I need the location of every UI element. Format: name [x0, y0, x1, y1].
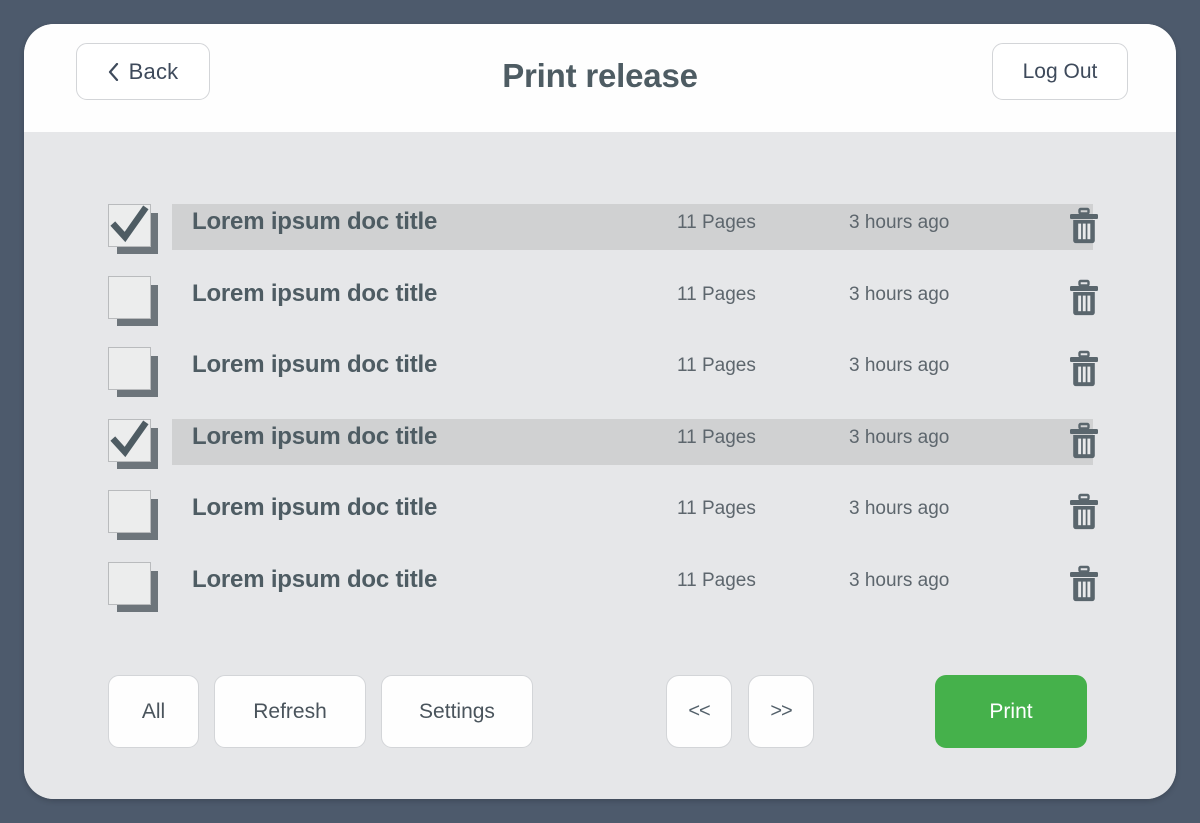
table-row[interactable]: Lorem ipsum doc title 11 Pages 3 hours ago: [24, 490, 1176, 552]
job-page-count: 11 Pages: [677, 283, 756, 305]
content-area: Lorem ipsum doc title 11 Pages 3 hours ago…: [24, 132, 1176, 799]
job-timestamp: 3 hours ago: [849, 355, 950, 376]
all-button-label: All: [141, 699, 166, 723]
footer-toolbar: All Refresh Settings << >> Print: [24, 675, 1176, 771]
device-frame: Back Print release Log Out Lorem ipsum d…: [0, 0, 1200, 823]
job-title: Lorem ipsum doc title: [192, 351, 438, 378]
job-title: Lorem ipsum doc title: [192, 279, 438, 307]
previous-page-button[interactable]: <<: [666, 675, 732, 748]
check-icon: [108, 419, 151, 462]
check-icon: [108, 204, 151, 247]
print-button[interactable]: Print: [935, 675, 1087, 748]
table-row[interactable]: Lorem ipsum doc title 11 Pages 3 hours ago: [24, 561, 1176, 624]
trash-icon[interactable]: [1062, 205, 1106, 249]
refresh-button[interactable]: Refresh: [214, 675, 366, 748]
job-page-count: 11 Pages: [677, 498, 756, 519]
checkbox-face: [108, 347, 151, 390]
device-screen: Back Print release Log Out Lorem ipsum d…: [24, 24, 1176, 799]
checkbox-face: [108, 561, 151, 605]
trash-icon[interactable]: [1062, 491, 1106, 535]
app-header: Back Print release Log Out: [24, 24, 1176, 132]
job-timestamp: 3 hours ago: [849, 426, 950, 448]
job-checkbox[interactable]: [108, 347, 160, 397]
previous-page-label: <<: [688, 700, 710, 722]
next-page-label: >>: [770, 700, 792, 722]
job-checkbox[interactable]: [108, 490, 160, 540]
table-row[interactable]: Lorem ipsum doc title 11 Pages 3 hours ago: [24, 418, 1176, 481]
job-timestamp: 3 hours ago: [849, 212, 950, 233]
job-timestamp: 3 hours ago: [849, 283, 950, 305]
settings-button[interactable]: Settings: [381, 675, 533, 748]
trash-icon[interactable]: [1062, 420, 1106, 464]
checkbox-face: [108, 490, 151, 533]
job-checkbox[interactable]: [108, 418, 160, 469]
job-title: Lorem ipsum doc title: [192, 565, 438, 593]
table-row[interactable]: Lorem ipsum doc title 11 Pages 3 hours ago: [24, 347, 1176, 409]
job-checkbox[interactable]: [108, 561, 160, 612]
trash-icon[interactable]: [1062, 348, 1106, 392]
table-row[interactable]: Lorem ipsum doc title 11 Pages 3 hours ago: [24, 204, 1176, 266]
job-checkbox[interactable]: [108, 275, 160, 326]
job-timestamp: 3 hours ago: [849, 498, 950, 519]
job-title: Lorem ipsum doc title: [192, 494, 438, 521]
print-button-label: Print: [989, 699, 1033, 723]
checkbox-face: [108, 275, 151, 319]
logout-button-label: Log Out: [1022, 59, 1098, 83]
table-row[interactable]: Lorem ipsum doc title 11 Pages 3 hours ago: [24, 275, 1176, 338]
job-page-count: 11 Pages: [677, 569, 756, 591]
logout-button[interactable]: Log Out: [992, 43, 1128, 100]
next-page-button[interactable]: >>: [748, 675, 814, 748]
job-page-count: 11 Pages: [677, 355, 756, 376]
job-checkbox[interactable]: [108, 204, 160, 254]
job-title: Lorem ipsum doc title: [192, 208, 438, 235]
trash-icon[interactable]: [1062, 563, 1106, 607]
trash-icon[interactable]: [1062, 277, 1106, 321]
settings-button-label: Settings: [419, 699, 495, 723]
all-button[interactable]: All: [108, 675, 199, 748]
job-page-count: 11 Pages: [677, 212, 756, 233]
job-title: Lorem ipsum doc title: [192, 422, 438, 450]
job-page-count: 11 Pages: [677, 426, 756, 448]
refresh-button-label: Refresh: [253, 699, 327, 723]
job-timestamp: 3 hours ago: [849, 569, 950, 591]
